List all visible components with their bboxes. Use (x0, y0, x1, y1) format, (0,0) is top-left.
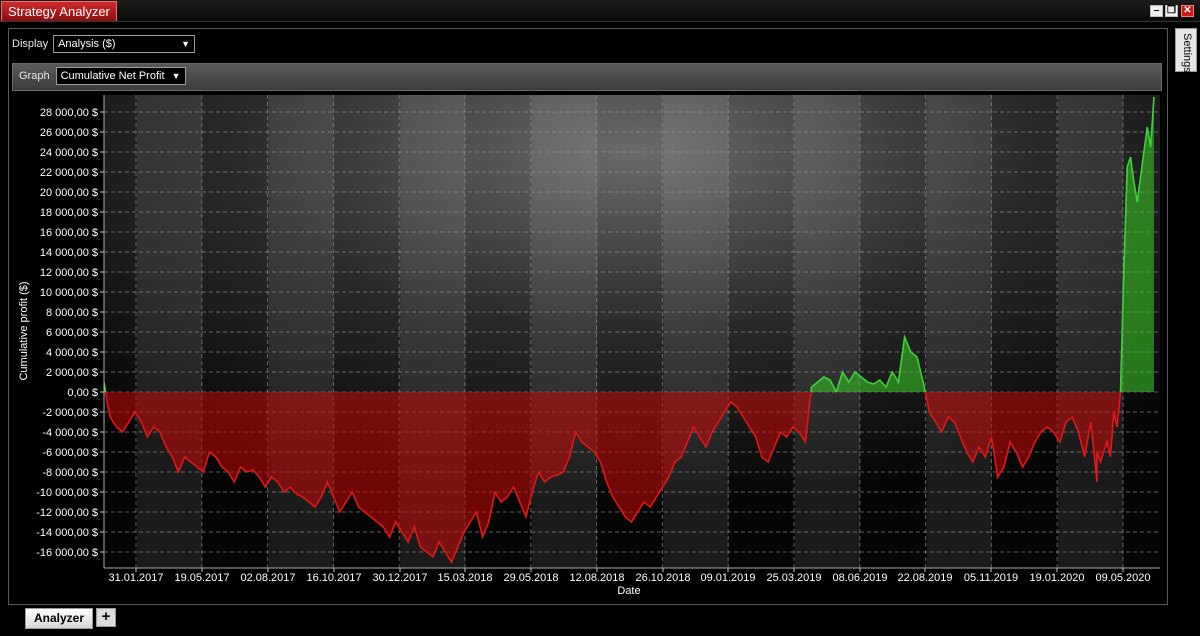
x-tick-label: 02.08.2017 (240, 572, 295, 584)
x-tick-label: 09.05.2020 (1095, 572, 1150, 584)
y-tick-label: 16 000,00 $ (40, 227, 98, 239)
y-tick-label: -2 000,00 $ (42, 407, 98, 419)
cumulative-profit-chart: 28 000,00 $ 26 000,00 $ 24 000,00 $ 22 000,… (18, 95, 1160, 597)
y-tick-label: 8 000,00 $ (46, 307, 98, 319)
y-tick-label: 22 000,00 $ (40, 167, 98, 179)
bottom-bar (0, 606, 1200, 636)
y-tick-label: -10 000,00 $ (36, 487, 98, 499)
y-tick-label: -6 000,00 $ (42, 447, 98, 459)
y-tick-label: -12 000,00 $ (36, 507, 98, 519)
y-axis-title: Cumulative profit ($) (18, 281, 30, 380)
y-tick-label: -4 000,00 $ (42, 427, 98, 439)
x-tick-label: 25.03.2019 (766, 572, 821, 584)
x-tick-label: 16.10.2017 (306, 572, 361, 584)
x-tick-label: 31.01.2017 (108, 572, 163, 584)
y-tick-label: 20 000,00 $ (40, 187, 98, 199)
x-tick-label: 22.08.2019 (897, 572, 952, 584)
y-tick-label: -8 000,00 $ (42, 467, 98, 479)
y-tick-label: 6 000,00 $ (46, 327, 98, 339)
y-tick-label: 18 000,00 $ (40, 207, 98, 219)
y-tick-label: 0,00 $ (67, 387, 98, 399)
x-tick-label: 26.10.2018 (635, 572, 690, 584)
x-tick-label: 29.05.2018 (503, 572, 558, 584)
add-tab-button[interactable]: + (96, 608, 116, 627)
x-tick-label: 12.08.2018 (569, 572, 624, 584)
x-tick-label: 15.03.2018 (437, 572, 492, 584)
y-tick-label: 2 000,00 $ (46, 367, 98, 379)
x-axis-title: Date (617, 585, 640, 597)
tab-analyzer[interactable]: Analyzer (25, 608, 94, 629)
y-tick-label: 28 000,00 $ (40, 107, 98, 119)
x-tick-label: 08.06.2019 (832, 572, 887, 584)
y-tick-label: 24 000,00 $ (40, 147, 98, 159)
y-tick-label: -16 000,00 $ (36, 547, 98, 559)
x-tick-label: 09.01.2019 (700, 572, 755, 584)
y-tick-label: 14 000,00 $ (40, 247, 98, 259)
x-tick-label: 30.12.2017 (372, 572, 427, 584)
y-tick-label: 4 000,00 $ (46, 347, 98, 359)
y-tick-label: 12 000,00 $ (40, 267, 98, 279)
y-tick-label: 26 000,00 $ (40, 127, 98, 139)
x-tick-label: 19.01.2020 (1029, 572, 1084, 584)
x-tick-label: 19.05.2017 (174, 572, 229, 584)
y-tick-label: -14 000,00 $ (36, 527, 98, 539)
y-tick-label: 10 000,00 $ (40, 287, 98, 299)
x-tick-label: 05.11.2019 (964, 572, 1018, 584)
